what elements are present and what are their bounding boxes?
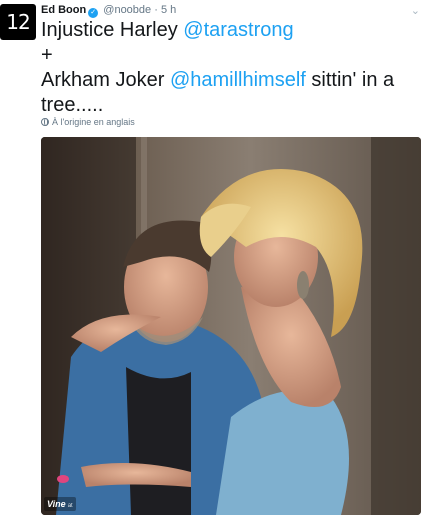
globe-icon [41, 118, 49, 126]
tweet-text-segment: sittin' in a [305, 69, 395, 91]
chevron-down-icon[interactable]: ⌄ [411, 4, 420, 17]
avatar[interactable]: 12 [0, 4, 36, 40]
video-frame-image [41, 137, 421, 515]
tweet-text: Injustice Harley @tarastrong + Arkham Jo… [41, 18, 426, 118]
tweet-text-segment: Injustice Harley [41, 19, 184, 41]
translation-label: À l'origine en anglais [52, 117, 135, 127]
tweet-line-2: + [41, 44, 53, 66]
tweet-line-4: tree..... [41, 94, 104, 116]
author-name[interactable]: Ed Boon [41, 4, 86, 16]
separator-dot: · [154, 4, 158, 16]
tweet-timestamp[interactable]: 5 h [161, 4, 176, 16]
author-handle[interactable]: @noobde [103, 4, 151, 16]
tweet-line-1: Injustice Harley @tarastrong [41, 18, 426, 43]
mention-hamillhimself[interactable]: @hamillhimself [170, 69, 306, 91]
tweet-line-3: Arkham Joker @hamillhimself sittin' in a [41, 68, 426, 93]
translation-note[interactable]: À l'origine en anglais [41, 117, 135, 127]
tweet-text-segment: Arkham Joker [41, 69, 170, 91]
tweet-header: Ed Boon ✓ @noobde · 5 h [41, 4, 420, 18]
mention-tarastrong[interactable]: @tarastrong [183, 19, 293, 41]
vine-logo: Vine at [44, 497, 76, 511]
verified-badge-icon: ✓ [88, 8, 99, 18]
vine-video[interactable]: Vine at [41, 137, 421, 515]
